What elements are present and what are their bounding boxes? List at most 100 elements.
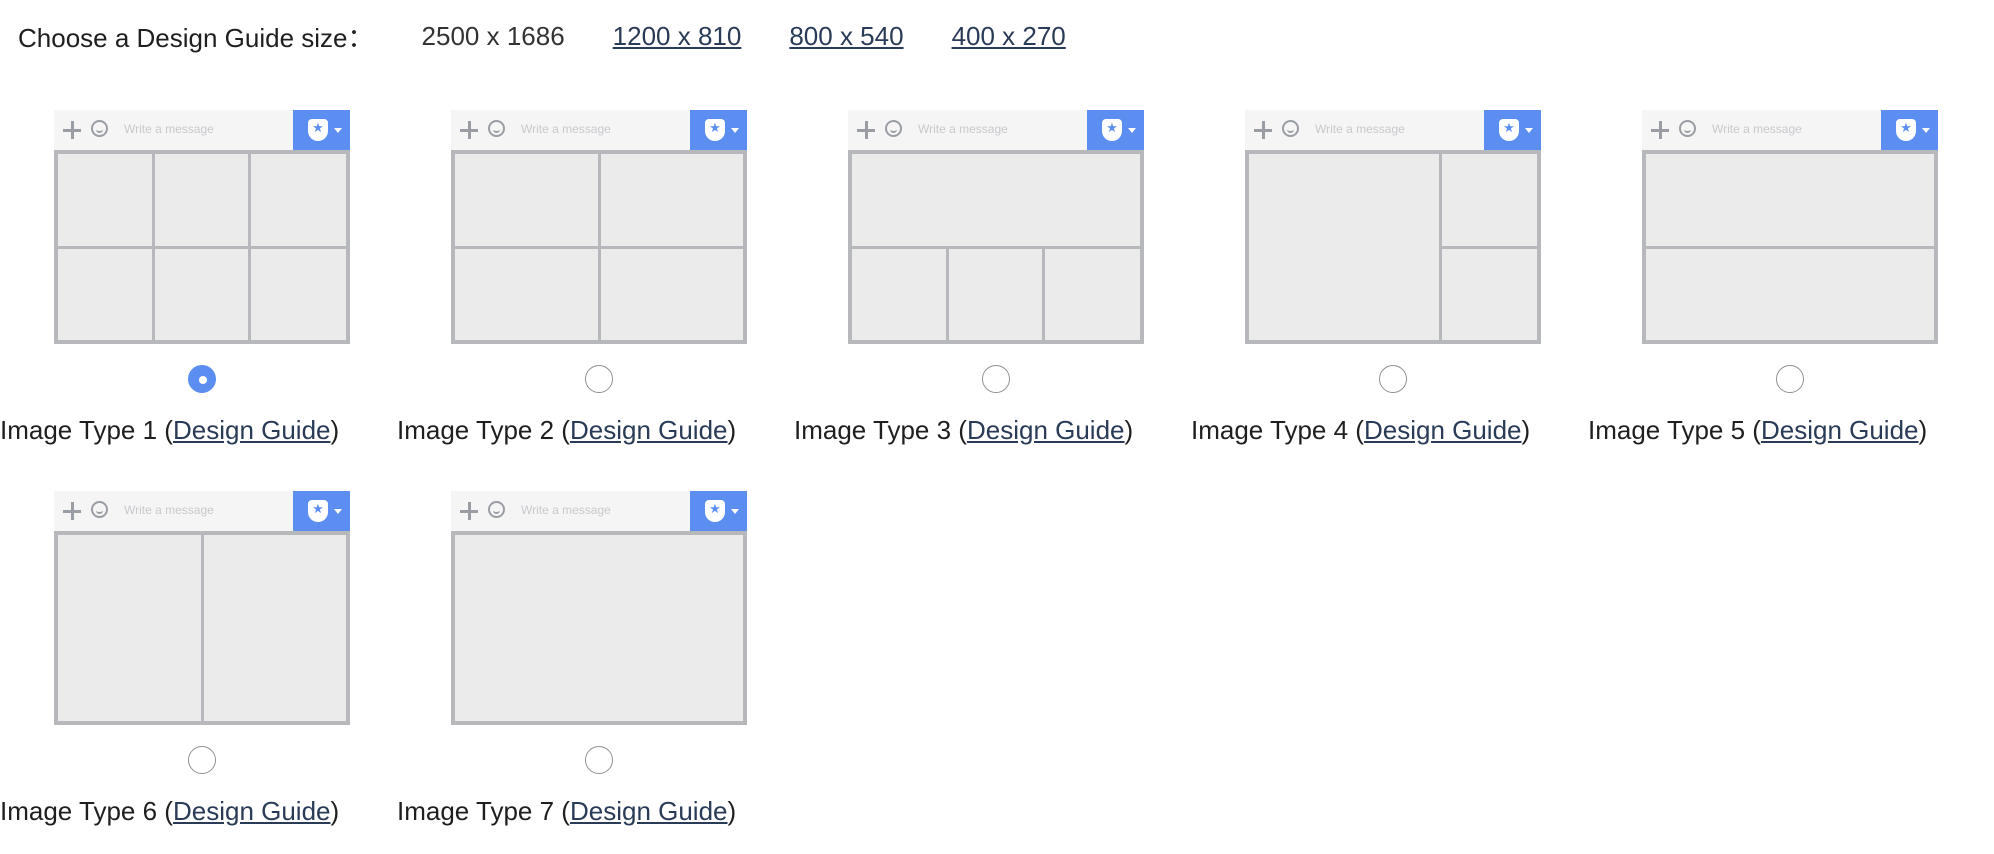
message-placeholder: Write a message: [521, 122, 611, 136]
smile-icon: [488, 501, 505, 518]
paren-close: ): [727, 796, 737, 826]
smile-icon: [91, 501, 108, 518]
layout-grid: [54, 531, 350, 725]
grid-divider: [58, 246, 346, 249]
message-placeholder: Write a message: [521, 503, 611, 517]
design-guide-link[interactable]: Design Guide: [967, 415, 1125, 445]
paren-close: ): [330, 796, 340, 826]
caret-down-icon: [731, 128, 739, 133]
shield-star-icon: [1102, 119, 1122, 141]
layout-grid: [1642, 150, 1938, 344]
caret-down-icon: [1525, 128, 1533, 133]
image-type-caption: Image Type 6 (Design Guide): [0, 796, 400, 827]
caret-down-icon: [1922, 128, 1930, 133]
paren-open: (: [554, 796, 570, 826]
layout-thumbnail[interactable]: Write a message: [1642, 110, 1938, 344]
image-type-card: Write a message Image Type 1 (Design Guid…: [0, 110, 360, 470]
image-type-name: Image Type 7: [397, 796, 555, 826]
layout-thumbnail[interactable]: Write a message: [54, 110, 350, 344]
message-bar: Write a message: [848, 110, 1144, 150]
image-type-caption: Image Type 5 (Design Guide): [1588, 415, 1988, 446]
image-type-name: Image Type 1: [0, 415, 158, 445]
image-type-radio[interactable]: [585, 365, 613, 393]
smile-icon: [91, 120, 108, 137]
paren-open: (: [157, 415, 173, 445]
grid-divider: [455, 246, 743, 249]
layout-thumbnail[interactable]: Write a message: [54, 491, 350, 725]
design-guide-link[interactable]: Design Guide: [1364, 415, 1522, 445]
paren-open: (: [554, 415, 570, 445]
image-type-name: Image Type 4: [1191, 415, 1349, 445]
shield-menu: [293, 491, 350, 531]
message-placeholder: Write a message: [1712, 122, 1802, 136]
plus-icon: [458, 500, 480, 522]
grid-divider: [946, 247, 949, 340]
image-type-caption: Image Type 7 (Design Guide): [397, 796, 797, 827]
plus-icon: [61, 119, 83, 141]
shield-star-icon: [308, 119, 328, 141]
layout-thumbnail[interactable]: Write a message: [451, 491, 747, 725]
paren-open: (: [951, 415, 967, 445]
image-type-card: Write a message Image Type 4 (Design Guid…: [1191, 110, 1551, 470]
grid-divider: [1646, 246, 1934, 249]
paren-open: (: [1348, 415, 1364, 445]
grid-divider: [1441, 246, 1537, 249]
image-type-radio[interactable]: [1776, 365, 1804, 393]
shield-menu: [293, 110, 350, 150]
message-bar: Write a message: [1642, 110, 1938, 150]
size-option-400[interactable]: 400 x 270: [952, 21, 1066, 52]
plus-icon: [61, 500, 83, 522]
image-type-radio[interactable]: [188, 365, 216, 393]
image-type-card: Write a message Image Type 7 (Design Guid…: [397, 491, 757, 851]
layout-thumbnail[interactable]: Write a message: [451, 110, 747, 344]
design-guide-link[interactable]: Design Guide: [570, 796, 728, 826]
design-guide-link[interactable]: Design Guide: [173, 796, 331, 826]
paren-close: ): [1918, 415, 1928, 445]
shield-star-icon: [308, 500, 328, 522]
image-type-name: Image Type 2: [397, 415, 555, 445]
size-option-800[interactable]: 800 x 540: [789, 21, 903, 52]
grid-divider: [852, 246, 1140, 249]
caret-down-icon: [334, 509, 342, 514]
size-option-1200[interactable]: 1200 x 810: [613, 21, 742, 52]
smile-icon: [885, 120, 902, 137]
design-guide-link[interactable]: Design Guide: [570, 415, 728, 445]
image-type-name: Image Type 5: [1588, 415, 1746, 445]
layout-thumbnail[interactable]: Write a message: [1245, 110, 1541, 344]
image-type-name: Image Type 6: [0, 796, 158, 826]
image-type-card: Write a message Image Type 5 (Design Guid…: [1588, 110, 1948, 470]
message-bar: Write a message: [54, 491, 350, 531]
caret-down-icon: [1128, 128, 1136, 133]
image-type-caption: Image Type 1 (Design Guide): [0, 415, 400, 446]
smile-icon: [1679, 120, 1696, 137]
design-guide-link[interactable]: Design Guide: [1761, 415, 1919, 445]
shield-menu: [690, 110, 747, 150]
plus-icon: [1649, 119, 1671, 141]
message-placeholder: Write a message: [124, 122, 214, 136]
image-type-radio[interactable]: [982, 365, 1010, 393]
shield-menu: [1881, 110, 1938, 150]
caret-down-icon: [731, 509, 739, 514]
image-type-radio[interactable]: [585, 746, 613, 774]
design-guide-link[interactable]: Design Guide: [173, 415, 331, 445]
grid-divider: [1042, 247, 1045, 340]
paren-close: ): [1124, 415, 1134, 445]
image-type-card: Write a message Image Type 2 (Design Guid…: [397, 110, 757, 470]
message-placeholder: Write a message: [1315, 122, 1405, 136]
image-type-radio[interactable]: [1379, 365, 1407, 393]
paren-open: (: [1745, 415, 1761, 445]
plus-icon: [855, 119, 877, 141]
layout-thumbnail[interactable]: Write a message: [848, 110, 1144, 344]
image-type-name: Image Type 3: [794, 415, 952, 445]
shield-star-icon: [705, 500, 725, 522]
size-option-2500[interactable]: 2500 x 1686: [422, 21, 565, 52]
size-label: Choose a Design Guide size：: [18, 22, 374, 53]
shield-menu: [1087, 110, 1144, 150]
message-placeholder: Write a message: [918, 122, 1008, 136]
design-guide-size-selector: Choose a Design Guide size： 2500 x 1686 …: [18, 18, 1114, 54]
paren-close: ): [330, 415, 340, 445]
caret-down-icon: [334, 128, 342, 133]
layout-grid: [1245, 150, 1541, 344]
image-type-radio[interactable]: [188, 746, 216, 774]
grid-divider: [201, 535, 204, 721]
